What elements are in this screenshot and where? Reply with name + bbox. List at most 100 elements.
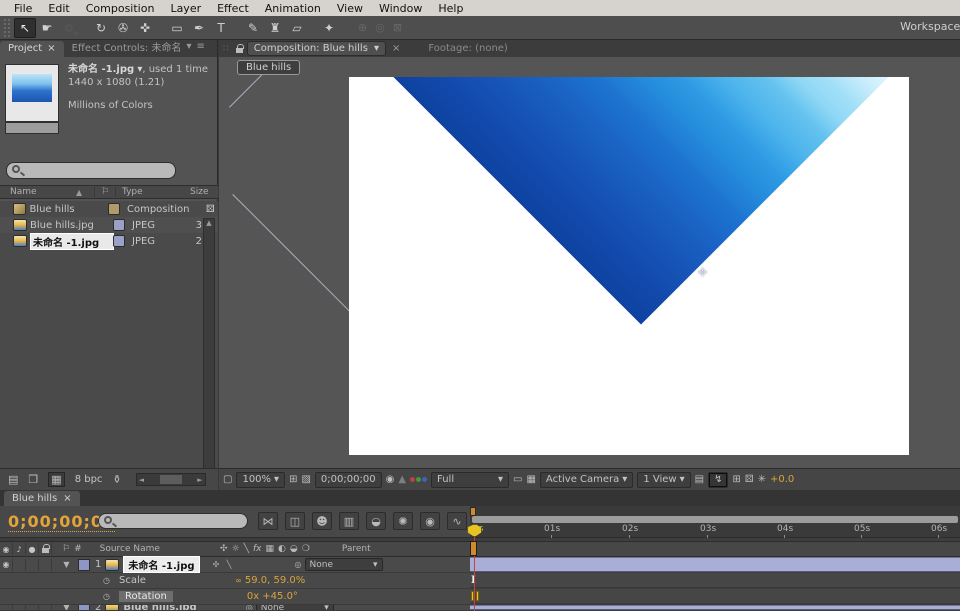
auto-keyframe-icon[interactable]: ◉	[420, 512, 440, 530]
mini-flowchart-icon[interactable]: ⋈	[258, 512, 278, 530]
item-name[interactable]: Blue hills.jpg	[30, 220, 114, 231]
switch-position-icon[interactable]: ✣	[210, 560, 223, 569]
grid-options-icon[interactable]: ⊞	[289, 474, 297, 485]
item-name[interactable]: 未命名 -1.jpg	[30, 233, 114, 250]
panel-grip[interactable]: ∷	[223, 44, 230, 54]
lock-column-icon[interactable]	[39, 543, 52, 555]
label-column-icon[interactable]: ⚐	[62, 544, 70, 554]
graph-editor-icon[interactable]: ∿	[447, 512, 467, 530]
stopwatch-icon[interactable]: ◷	[100, 592, 113, 601]
solo-column-icon[interactable]: ●	[26, 543, 39, 555]
label-column-icon[interactable]: ⚐	[94, 187, 116, 197]
clone-stamp-tool-icon[interactable]: ♜	[264, 18, 286, 38]
anchor-point-icon[interactable]: ✛	[698, 266, 707, 279]
view-layout-select[interactable]: 1 View ▾	[637, 472, 690, 488]
link-dimensions-icon[interactable]: ∞	[232, 576, 245, 585]
footage-thumbnail[interactable]	[6, 65, 58, 121]
label-color-chip[interactable]	[79, 560, 89, 570]
rotated-image-layer[interactable]	[386, 77, 895, 325]
menu-edit[interactable]: Edit	[40, 2, 77, 15]
switch-collapse-icon[interactable]: ╲	[223, 560, 236, 569]
expand-arrow-icon[interactable]: ▼	[60, 605, 73, 611]
project-search-input[interactable]	[6, 162, 176, 179]
layer-name[interactable]: Blue hills.jpg	[123, 605, 196, 611]
close-icon[interactable]: ×	[63, 493, 71, 504]
column-type[interactable]: Type	[116, 187, 190, 197]
draft-3d-icon[interactable]: ◫	[285, 512, 305, 530]
expand-arrow-icon[interactable]: ▼	[60, 560, 73, 569]
property-name[interactable]: Scale	[119, 575, 146, 586]
pen-tool-icon[interactable]: ✒	[188, 18, 210, 38]
resolution-select[interactable]: Full ▾	[431, 472, 509, 488]
composition-viewer[interactable]: Blue hills ✛	[219, 57, 960, 468]
workspace-label[interactable]: Workspace:	[900, 20, 960, 33]
switch-fx-icon[interactable]: fx	[253, 544, 262, 554]
property-row-scale[interactable]: ◷ Scale ∞ 59.0, 59.0%	[0, 573, 470, 589]
rotation-tool-icon[interactable]: ↻	[90, 18, 112, 38]
exposure-value[interactable]: +0.0	[770, 474, 794, 485]
scroll-up-icon[interactable]: ▲	[204, 219, 214, 227]
switch-collapse-icon[interactable]: ╲	[244, 544, 249, 554]
switch-effect-icon[interactable]: ◐	[278, 544, 286, 554]
source-name-column[interactable]: Source Name	[100, 544, 160, 554]
composition-canvas[interactable]: ✛	[349, 77, 909, 455]
mask-visibility-icon[interactable]: ▧	[301, 474, 310, 485]
fit-view-icon[interactable]: ▢	[223, 474, 232, 485]
column-size[interactable]: Size	[190, 187, 218, 197]
scale-track[interactable]: I	[470, 573, 960, 588]
parent-select[interactable]: None ▾	[256, 605, 334, 611]
layer-row-1[interactable]: ◉ ▼ 1 未命名 -1.jpg ✣ ╲ ◎ None ▾	[0, 557, 470, 573]
tab-composition[interactable]: Composition: Blue hills ▾	[247, 41, 386, 56]
interpret-footage-icon[interactable]: ▤	[8, 473, 18, 486]
parent-pickwhip-icon[interactable]: ◎	[243, 605, 256, 611]
snapshot-camera-icon[interactable]: ◉	[386, 474, 395, 485]
rotation-track[interactable]	[470, 589, 960, 604]
parent-select[interactable]: None ▾	[305, 558, 383, 571]
zoom-tool-icon[interactable]	[58, 18, 80, 38]
new-composition-icon[interactable]: ▦	[48, 472, 64, 487]
text-tool-icon[interactable]: T	[210, 18, 232, 38]
puppet-pin-tool-icon[interactable]: ✦	[318, 18, 340, 38]
brush-tool-icon[interactable]: ✎	[242, 18, 264, 38]
tab-project[interactable]: Project ×	[0, 41, 64, 57]
project-horizontal-scrollbar[interactable]: ◄ ►	[136, 473, 206, 486]
table-row[interactable]: Blue hills Composition ⚄	[0, 201, 218, 217]
channels-icon[interactable]	[410, 477, 427, 482]
brainstorm-icon[interactable]: ✺	[393, 512, 413, 530]
switch-shy-icon[interactable]: ☼	[232, 544, 240, 554]
selected-keyframe-icon[interactable]	[476, 591, 479, 601]
table-row[interactable]: Blue hills.jpg JPEG 3	[0, 217, 218, 233]
timeline-search-input[interactable]	[98, 513, 248, 529]
work-area-start-handle[interactable]	[470, 507, 476, 516]
menu-animation[interactable]: Animation	[257, 2, 329, 15]
scale-value[interactable]: 59.0, 59.0%	[245, 575, 305, 586]
panel-menu-icon[interactable]: ≡	[197, 41, 205, 52]
timeline-button-icon[interactable]: ▤	[695, 474, 704, 485]
property-row-rotation[interactable]: ◷ Rotation 0x +45.0°	[0, 589, 470, 605]
tab-effect-controls[interactable]: Effect Controls: 未命名 ▾ ≡	[64, 37, 213, 57]
local-axis-icon[interactable]: ⊕	[358, 21, 367, 34]
camera-view-select[interactable]: Active Camera ▾	[540, 472, 633, 488]
region-of-interest-icon[interactable]: ▭	[513, 474, 522, 485]
view-axis-icon[interactable]: ⊠	[393, 21, 402, 34]
parent-column[interactable]: Parent	[342, 544, 371, 554]
work-area-bar[interactable]	[472, 516, 958, 523]
video-column-icon[interactable]: ◉	[0, 543, 13, 555]
menu-file[interactable]: File	[6, 2, 40, 15]
breadcrumb[interactable]: Blue hills	[237, 60, 300, 75]
sort-ascending-icon[interactable]: ▲	[76, 188, 94, 197]
layer-2-duration-bar[interactable]	[470, 605, 960, 610]
parent-pickwhip-icon[interactable]: ◎	[292, 560, 305, 569]
new-folder-icon[interactable]: ❒	[28, 473, 38, 486]
lock-icon[interactable]	[236, 48, 243, 53]
comp-flowchart-icon[interactable]: ↯	[708, 472, 728, 488]
menu-composition[interactable]: Composition	[78, 2, 163, 15]
selection-tool-icon[interactable]: ↖	[14, 18, 36, 38]
menu-view[interactable]: View	[329, 2, 371, 15]
world-axis-icon[interactable]: ◎	[375, 21, 385, 34]
chevron-down-icon[interactable]: ▾	[374, 43, 379, 54]
pan-behind-tool-icon[interactable]: ✜	[134, 18, 156, 38]
rotation-value[interactable]: 0x +45.0°	[247, 591, 298, 602]
label-color-chip[interactable]	[79, 605, 89, 611]
bit-depth-label[interactable]: 8 bpc	[75, 474, 103, 485]
